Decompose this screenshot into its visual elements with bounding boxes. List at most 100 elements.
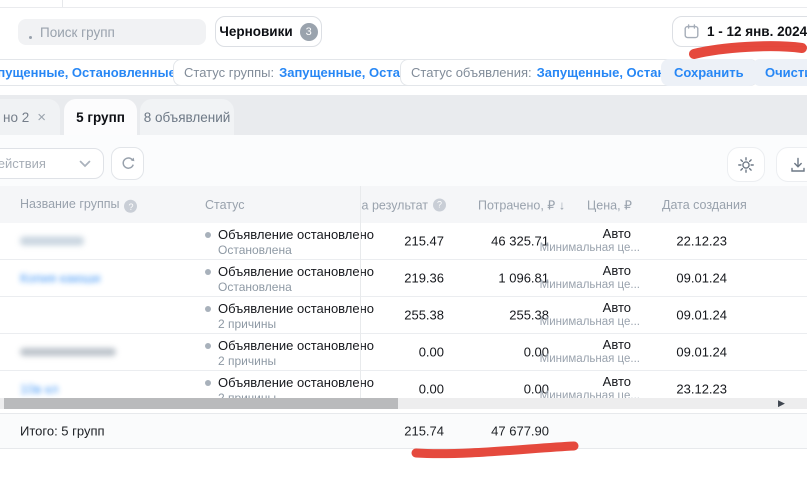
tab-groups[interactable]: 5 групп <box>64 99 137 135</box>
status-line: Объявление остановлено <box>205 375 374 390</box>
close-icon[interactable]: × <box>37 109 46 126</box>
gear-icon <box>737 156 755 174</box>
table-totals-row: Итого: 5 групп 215.74 47 677.90 <box>0 413 807 449</box>
table-row: Объявление остановлено2 причины255.38255… <box>0 297 807 334</box>
group-name-redacted[interactable] <box>20 237 84 246</box>
created-date-cell: 09.01.24 <box>676 271 727 286</box>
export-button[interactable] <box>776 147 807 182</box>
created-date-cell: 09.01.24 <box>676 345 727 360</box>
created-date-cell: 22.12.23 <box>676 234 727 249</box>
price-strategy: Минимальная це... <box>540 353 640 366</box>
status-dot-icon <box>205 343 211 349</box>
price-strategy: Минимальная це... <box>540 242 640 255</box>
tab-ads[interactable]: 8 объявлений <box>140 99 234 135</box>
date-range-button[interactable]: 1 - 12 янв. 2024 <box>672 16 807 47</box>
download-icon <box>789 156 807 174</box>
group-name-cell: 10в кл <box>20 382 58 397</box>
status-dot-icon <box>205 380 211 386</box>
group-name-link[interactable]: Копия каюши <box>20 271 100 286</box>
top-divider <box>0 7 807 8</box>
status-text: Объявление остановлено <box>218 301 374 316</box>
status-reason: 2 причины <box>218 317 374 332</box>
sort-desc-icon: ↓ <box>559 198 565 212</box>
actions-label: Действия <box>0 156 46 171</box>
totals-spent: 47 677.90 <box>491 424 549 439</box>
totals-label: Итого: 5 групп <box>20 424 105 439</box>
status-dot-icon <box>205 306 211 312</box>
tab-selected-cut[interactable]: но 2 × <box>0 99 60 135</box>
calendar-icon <box>684 24 699 39</box>
col-header-status[interactable]: Статус <box>205 198 245 212</box>
status-text: Объявление остановлено <box>218 375 374 390</box>
clear-filters-button[interactable]: Очистить <box>752 59 807 86</box>
table-settings-button[interactable] <box>727 147 765 182</box>
status-reason: Остановлена <box>218 243 374 258</box>
created-date-cell: 23.12.23 <box>676 382 727 397</box>
cpr-cell: 255.38 <box>404 308 444 323</box>
price-strategy: Минимальная це... <box>540 279 640 292</box>
price-value: Авто <box>540 337 640 353</box>
help-icon[interactable]: ? <box>124 200 137 213</box>
filter-chip-prefix: Статус группы: <box>184 65 274 80</box>
group-name-redacted[interactable] <box>20 348 116 356</box>
status-dot-icon <box>205 232 211 238</box>
col-header-cpr[interactable]: ?Цена за результат, ₽ <box>360 197 446 212</box>
price-cell: АвтоМинимальная це... <box>540 300 640 329</box>
totals-scroll-region: 215.74 47 677.90 <box>360 414 807 448</box>
status-cell: Объявление остановленоОстановлена <box>205 264 374 295</box>
status-cell: Объявление остановлено2 причины <box>205 301 374 332</box>
row-scroll-region: 219.361 096.81АвтоМинимальная це...09.01… <box>360 260 807 296</box>
row-scroll-region: 0.000.00АвтоМинимальная це...09.01.24 <box>360 334 807 370</box>
price-value: Авто <box>540 226 640 242</box>
table-row: Объявление остановленоОстановлена215.474… <box>0 223 807 260</box>
drafts-button[interactable]: Черновики 3 <box>215 16 322 47</box>
filter-chip-value: Запущенные, Остановленные <box>0 65 176 80</box>
row-scroll-region: 255.38255.38АвтоМинимальная це...09.01.2… <box>360 297 807 333</box>
drafts-label: Черновики <box>219 24 292 39</box>
row-scroll-region: 215.4746 325.71АвтоМинимальная це...22.1… <box>360 223 807 259</box>
col-header-spent[interactable]: Потрачено, ₽ ↓ <box>478 197 565 212</box>
table-row: Объявление остановлено2 причины0.000.00А… <box>0 334 807 371</box>
scrollbar-thumb[interactable] <box>4 398 398 409</box>
cpr-cell: 0.00 <box>419 382 444 397</box>
chevron-down-icon <box>79 160 91 168</box>
sticky-column-divider <box>360 186 361 408</box>
status-line: Объявление остановлено <box>205 301 374 316</box>
price-value: Авто <box>540 374 640 390</box>
price-cell: АвтоМинимальная це... <box>540 226 640 255</box>
group-name-link[interactable]: 10в кл <box>20 382 58 397</box>
totals-cpr: 215.74 <box>404 424 444 439</box>
price-cell: АвтоМинимальная це... <box>540 337 640 366</box>
status-reason: Остановлена <box>218 280 374 295</box>
col-header-price[interactable]: Цена, ₽ <box>587 197 632 212</box>
status-line: Объявление остановлено <box>205 338 374 353</box>
search-input[interactable]: Поиск групп <box>18 19 206 45</box>
status-cell: Объявление остановлено2 причины <box>205 338 374 369</box>
drafts-count-badge: 3 <box>300 23 318 41</box>
scroll-right-arrow[interactable]: ▶ <box>778 398 785 409</box>
cpr-cell: 215.47 <box>404 234 444 249</box>
search-placeholder: Поиск групп <box>40 25 115 40</box>
date-range-label: 1 - 12 янв. 2024 <box>707 24 807 39</box>
help-icon[interactable]: ? <box>433 198 446 211</box>
status-dot-icon <box>205 269 211 275</box>
search-icon <box>29 36 32 39</box>
col-header-name[interactable]: Название группы? <box>20 196 137 213</box>
col-header-created[interactable]: Дата создания <box>662 198 747 212</box>
table-rows: Объявление остановленоОстановлена215.474… <box>0 223 807 408</box>
tab-band: но 2 × 5 групп 8 объявлений <box>0 95 807 135</box>
filter-chip-prefix: Статус объявления: <box>411 65 532 80</box>
status-text: Объявление остановлено <box>218 264 374 279</box>
cpr-cell: 0.00 <box>419 345 444 360</box>
price-strategy: Минимальная це... <box>540 316 640 329</box>
group-name-cell <box>20 348 116 356</box>
refresh-button[interactable] <box>111 147 144 180</box>
horizontal-scrollbar[interactable]: ▶ <box>0 398 807 409</box>
actions-dropdown[interactable]: Действия <box>0 148 104 179</box>
header-scroll-region: ?Цена за результат, ₽ Потрачено, ₽ ↓ Цен… <box>360 186 807 223</box>
table-header: Название группы? Статус ?Цена за результ… <box>0 186 807 223</box>
top-divider-artifact <box>62 0 63 7</box>
save-filters-button[interactable]: Сохранить <box>661 59 757 86</box>
status-text: Объявление остановлено <box>218 338 374 353</box>
cpr-cell: 219.36 <box>404 271 444 286</box>
